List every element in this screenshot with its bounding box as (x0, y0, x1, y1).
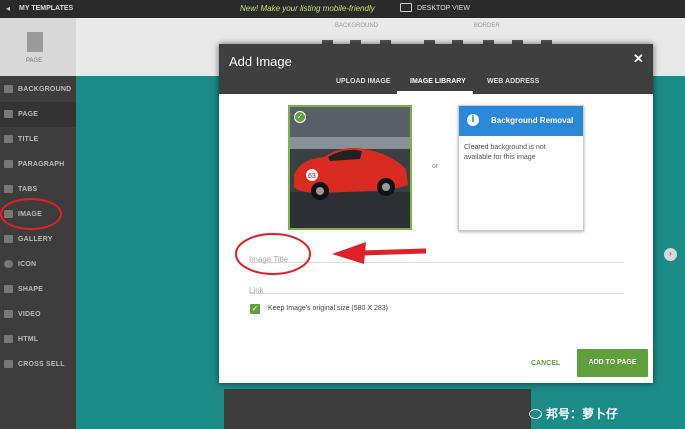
chat-bubble-icon (529, 409, 542, 419)
watermark-text: 邦号：萝卜仔 (546, 407, 619, 421)
image-title-highlight-circle (235, 233, 311, 275)
pointer-arrow-shaft (359, 248, 427, 256)
annotation-overlay (0, 198, 427, 275)
image-item-highlight-circle (0, 198, 62, 230)
pointer-arrow-head (332, 242, 366, 264)
